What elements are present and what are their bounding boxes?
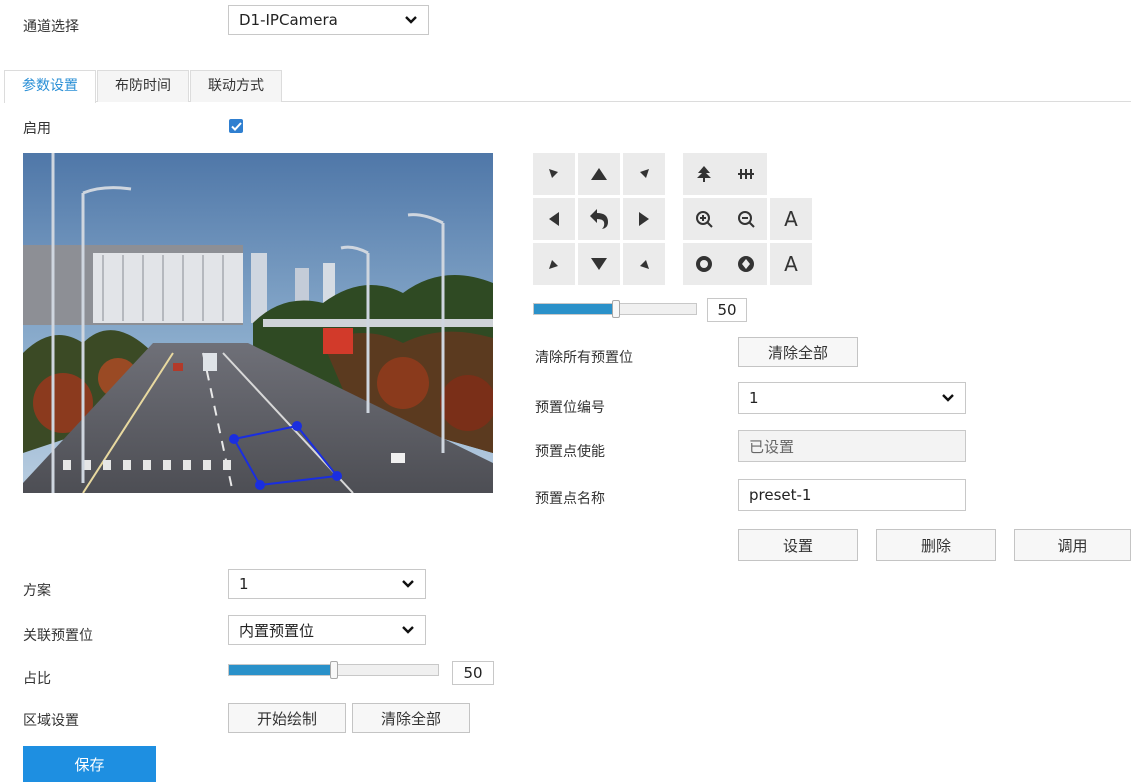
ptz-left-button[interactable]: [533, 198, 575, 240]
arrow-up-icon: [591, 168, 607, 180]
zoom-in-icon: [696, 211, 713, 228]
ratio-thumb[interactable]: [330, 661, 338, 679]
chevron-down-icon: [402, 580, 414, 588]
chevron-down-icon: [402, 626, 414, 634]
zoom-auto-label: A: [784, 207, 798, 231]
area-label: 区域设置: [23, 713, 79, 729]
ptz-tree-button[interactable]: [683, 153, 725, 195]
ptz-scan-button[interactable]: [725, 153, 767, 195]
arrow-up-right-icon: [640, 169, 649, 178]
preset-name-label: 预置点名称: [535, 491, 605, 507]
ptz-up-right-button[interactable]: [623, 153, 665, 195]
scan-lines-icon: [738, 169, 754, 179]
scheme-select[interactable]: 1: [228, 569, 426, 599]
zoom-in-button[interactable]: [683, 198, 725, 240]
live-video-view[interactable]: [23, 153, 493, 493]
scheme-label: 方案: [23, 583, 51, 599]
tab-linkage-method[interactable]: 联动方式: [190, 70, 282, 102]
preset-number-value: 1: [749, 389, 759, 407]
preset-enable-label: 预置点使能: [535, 444, 605, 460]
arrow-left-icon: [549, 212, 559, 226]
preset-name-input[interactable]: preset-1: [738, 479, 966, 511]
ratio-slider[interactable]: [228, 661, 439, 679]
ratio-value[interactable]: 50: [452, 661, 494, 685]
ptz-up-left-button[interactable]: [533, 153, 575, 195]
channel-select[interactable]: D1-IPCamera: [228, 5, 429, 35]
tab-bar: 参数设置 布防时间 联动方式: [4, 70, 1131, 103]
preset-enable-field: 已设置: [738, 430, 966, 462]
camera-scene-image: [23, 153, 493, 493]
ptz-down-right-button[interactable]: [623, 243, 665, 285]
ptz-speed-thumb[interactable]: [612, 300, 620, 318]
linked-preset-label: 关联预置位: [23, 628, 93, 644]
clear-all-presets-button[interactable]: 清除全部: [738, 337, 858, 367]
arrow-right-icon: [639, 212, 649, 226]
iris-auto-label: A: [784, 252, 798, 276]
iris-open-icon: [696, 256, 712, 272]
enable-label: 启用: [23, 121, 51, 137]
preset-delete-button[interactable]: 删除: [876, 529, 996, 561]
tree-icon: [697, 166, 711, 182]
linked-preset-select[interactable]: 内置预置位: [228, 615, 426, 645]
preset-set-button[interactable]: 设置: [738, 529, 858, 561]
ptz-up-button[interactable]: [578, 153, 620, 195]
tab-parameter-settings[interactable]: 参数设置: [4, 70, 96, 103]
checkmark-icon: [230, 121, 242, 131]
zoom-out-icon: [738, 211, 755, 228]
iris-close-icon: [738, 256, 754, 272]
preset-number-label: 预置位编号: [535, 400, 605, 416]
tab-arming-schedule[interactable]: 布防时间: [97, 70, 189, 102]
start-drawing-button[interactable]: 开始绘制: [228, 703, 346, 733]
zoom-out-button[interactable]: [725, 198, 767, 240]
preset-number-select[interactable]: 1: [738, 382, 966, 414]
iris-close-button[interactable]: [725, 243, 767, 285]
scheme-value: 1: [239, 575, 249, 593]
ptz-right-button[interactable]: [623, 198, 665, 240]
ptz-down-button[interactable]: [578, 243, 620, 285]
channel-select-value: D1-IPCamera: [239, 11, 338, 29]
ratio-fill: [229, 665, 334, 675]
chevron-down-icon: [405, 16, 417, 24]
ptz-reset-button[interactable]: [578, 198, 620, 240]
arrow-down-left-icon: [549, 260, 558, 269]
ptz-speed-slider[interactable]: [533, 300, 697, 318]
ptz-down-left-button[interactable]: [533, 243, 575, 285]
arrow-up-left-icon: [549, 169, 558, 178]
save-button[interactable]: 保存: [23, 746, 156, 782]
ptz-speed-value[interactable]: 50: [707, 298, 747, 322]
ratio-label: 占比: [23, 671, 51, 687]
channel-label: 通道选择: [23, 19, 79, 35]
enable-checkbox[interactable]: [229, 119, 243, 133]
chevron-down-icon: [942, 394, 954, 402]
ptz-speed-fill: [534, 304, 615, 314]
undo-icon: [590, 209, 608, 229]
iris-open-button[interactable]: [683, 243, 725, 285]
clear-presets-label: 清除所有预置位: [535, 350, 633, 366]
linked-preset-value: 内置预置位: [239, 621, 315, 640]
preset-call-button[interactable]: 调用: [1014, 529, 1131, 561]
arrow-down-icon: [591, 258, 607, 270]
zoom-auto-button[interactable]: A: [770, 198, 812, 240]
iris-auto-button[interactable]: A: [770, 243, 812, 285]
clear-area-button[interactable]: 清除全部: [352, 703, 470, 733]
arrow-down-right-icon: [640, 260, 649, 269]
